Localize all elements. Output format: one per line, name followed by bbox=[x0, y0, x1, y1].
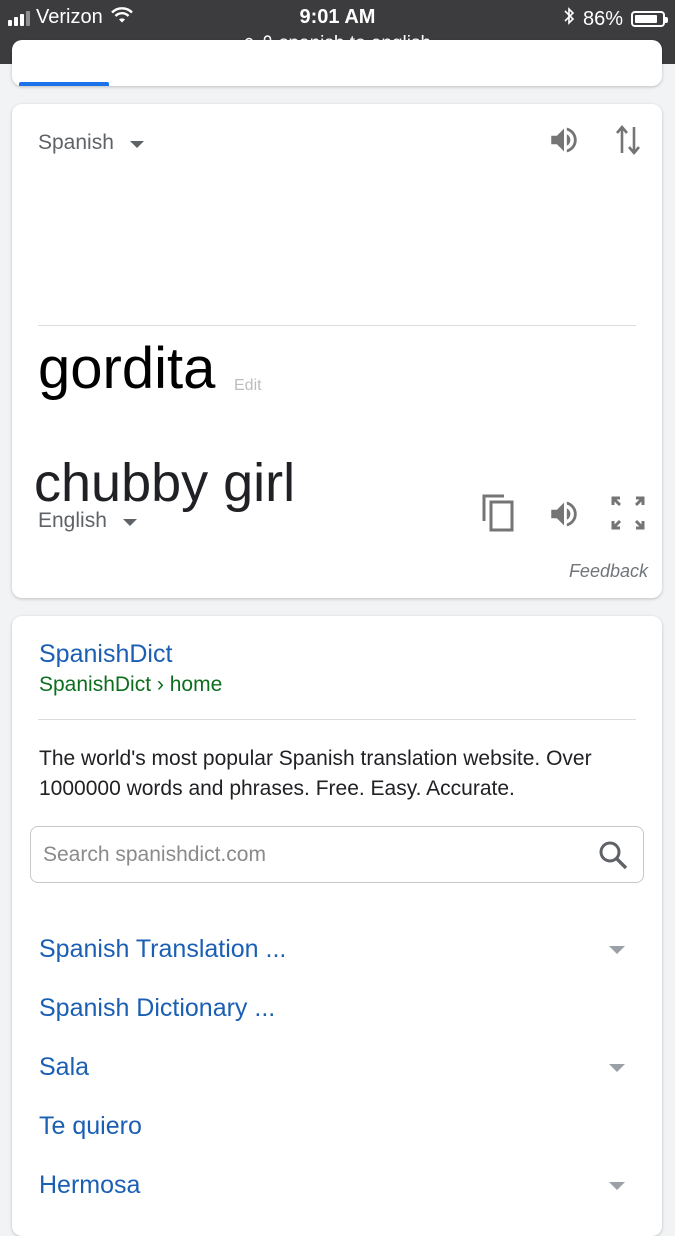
result-description: The world's most popular Spanish transla… bbox=[39, 747, 592, 800]
fullscreen-button[interactable] bbox=[609, 494, 647, 532]
result-card: SpanishDict SpanishDict › home The world… bbox=[12, 616, 662, 1236]
source-language-label: Spanish bbox=[38, 131, 114, 154]
speaker-icon bbox=[551, 501, 577, 527]
sitelink-label[interactable]: Spanish Dictionary ... bbox=[39, 994, 275, 1023]
tabs-card bbox=[12, 40, 662, 86]
sitelink-row[interactable]: Spanish Dictionary ... bbox=[12, 983, 662, 1035]
site-search-box bbox=[30, 826, 644, 883]
battery-percent: 86% bbox=[582, 7, 623, 30]
swap-languages-button[interactable] bbox=[610, 120, 646, 160]
site-search-button[interactable] bbox=[597, 839, 629, 876]
source-language-select[interactable]: Spanish bbox=[38, 131, 144, 155]
translate-divider bbox=[38, 325, 636, 326]
bluetooth-icon bbox=[563, 6, 575, 32]
sitelink-row[interactable]: Hermosa bbox=[12, 1160, 662, 1212]
search-icon bbox=[599, 841, 628, 870]
feedback-link[interactable]: Feedback bbox=[569, 561, 648, 582]
sitelink-label[interactable]: Spanish Translation ... bbox=[39, 935, 286, 964]
sitelink-label[interactable]: Sala bbox=[39, 1053, 89, 1082]
chevron-down-icon[interactable] bbox=[609, 1064, 625, 1072]
target-language-select[interactable]: English bbox=[38, 509, 137, 533]
battery-level bbox=[635, 15, 658, 23]
translated-text: chubby girl bbox=[34, 453, 296, 513]
result-breadcrumb: SpanishDict › home bbox=[39, 673, 223, 696]
sitelink-row[interactable]: Te quiero bbox=[12, 1101, 662, 1153]
chevron-down-icon bbox=[122, 518, 137, 526]
source-speaker-button[interactable] bbox=[544, 120, 584, 160]
copy-icon bbox=[482, 494, 514, 532]
sitelink-label[interactable]: Te quiero bbox=[39, 1112, 142, 1141]
target-speaker-button[interactable] bbox=[544, 494, 584, 534]
site-search-input[interactable] bbox=[43, 827, 583, 882]
edit-link[interactable]: Edit bbox=[234, 377, 262, 395]
result-divider bbox=[38, 719, 636, 720]
translate-card: Spanish gordita Edit chubby girl English bbox=[12, 104, 662, 598]
sitelink-row[interactable]: Sala bbox=[12, 1042, 662, 1094]
active-tab-indicator bbox=[19, 82, 109, 86]
chevron-down-icon[interactable] bbox=[609, 1182, 625, 1190]
speaker-icon bbox=[551, 127, 577, 153]
sitelink-label[interactable]: Hermosa bbox=[39, 1171, 140, 1200]
target-language-label: English bbox=[38, 509, 107, 532]
sitelink-row[interactable]: Spanish Translation ... bbox=[12, 924, 662, 976]
source-text[interactable]: gordita bbox=[38, 340, 215, 398]
status-right: 86% bbox=[563, 6, 668, 32]
swap-icon bbox=[616, 124, 640, 156]
fullscreen-icon bbox=[611, 496, 645, 530]
battery-icon bbox=[631, 11, 668, 27]
chevron-down-icon[interactable] bbox=[609, 946, 625, 954]
chevron-down-icon bbox=[129, 140, 144, 148]
copy-button[interactable] bbox=[478, 492, 518, 534]
result-title-link[interactable]: SpanishDict bbox=[39, 640, 172, 669]
